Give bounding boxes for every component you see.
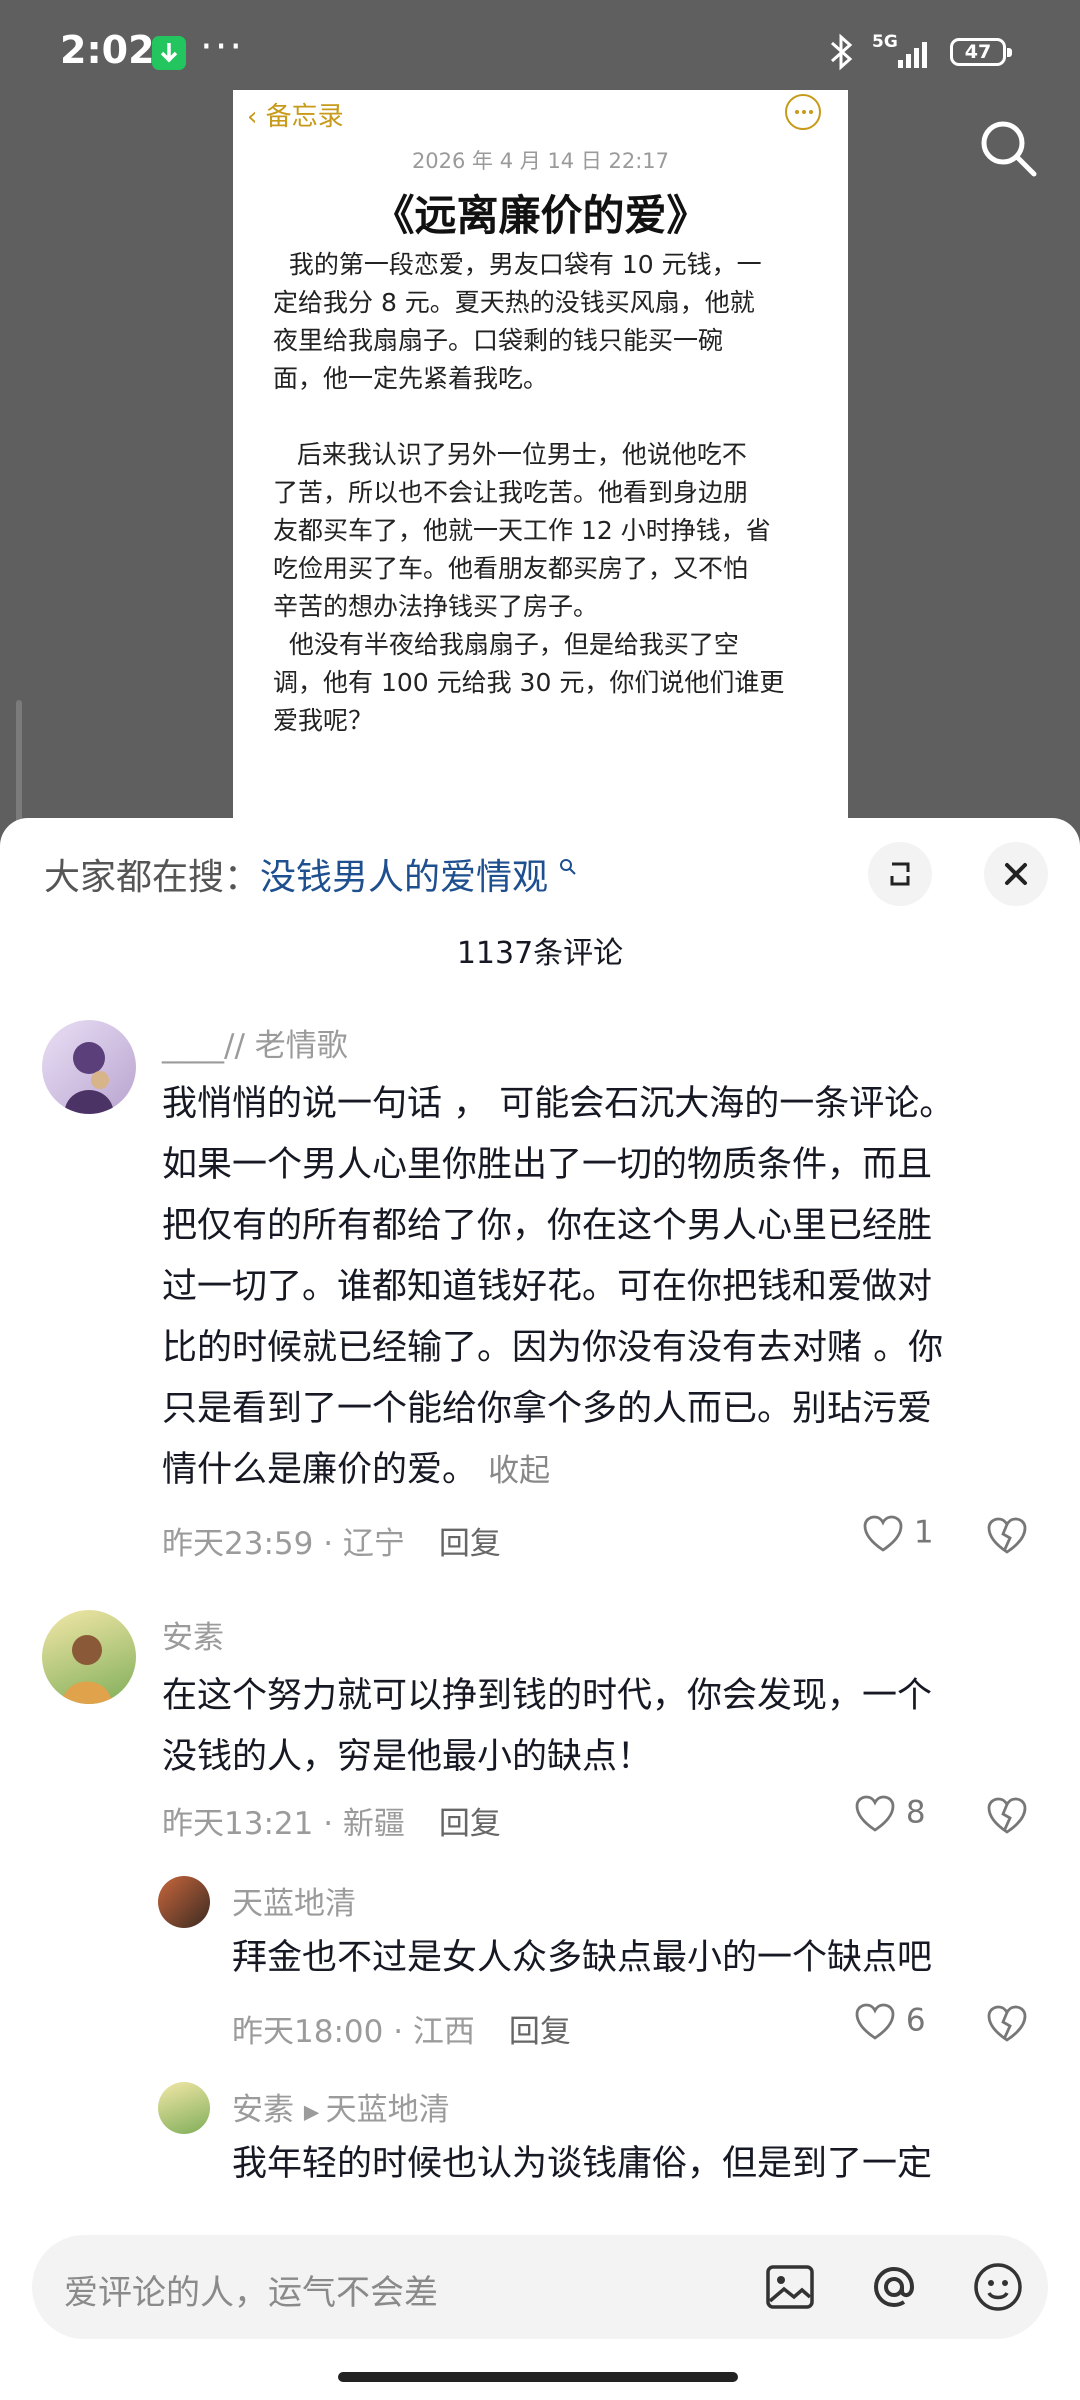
reply-author: 安素 ▶ 天蓝地清 — [232, 2084, 450, 2129]
dislike-icon[interactable] — [986, 2004, 1028, 2048]
comment-line: 在这个努力就可以挣到钱的时代，你会发现，一个 — [162, 1676, 933, 1716]
like-button[interactable]: 1 — [862, 1514, 934, 1554]
memo-more-icon — [785, 94, 821, 130]
comment-line: 如果一个男人心里你胜出了一切的物质条件，而且 — [162, 1145, 933, 1185]
dislike-icon[interactable] — [986, 1796, 1028, 1840]
comment-line: 只是看到了一个能给你拿个多的人而已。别玷污爱 — [162, 1389, 933, 1429]
comment-line: 我悄悄的说一句话 ， 可能会石沉大海的一条评论。 — [162, 1084, 955, 1124]
heart-icon — [855, 2003, 895, 2040]
comment-meta: 昨天13:21 · 新疆 回复 — [162, 1798, 501, 1843]
avatar[interactable] — [42, 1020, 136, 1114]
avatar[interactable] — [158, 2082, 210, 2134]
comment-input-placeholder: 爱评论的人，运气不会差 — [64, 2273, 438, 2313]
comment-meta: 昨天23:59 · 辽宁 回复 — [162, 1518, 501, 1563]
memo-image[interactable]: ‹ 备忘录 2026 年 4 月 14 日 22:17 《远离廉价的爱》 我的第… — [233, 90, 848, 830]
collapse-link[interactable]: 收起 — [488, 1453, 550, 1489]
hot-search-query[interactable]: 没钱男人的爱情观 — [260, 857, 548, 898]
reply-author[interactable]: 天蓝地清 — [232, 1878, 356, 1923]
reply-time-location: 昨天18:00 · 江西 — [232, 2014, 475, 2050]
reply-text: 我年轻的时候也认为谈钱庸俗，但是到了一定 — [232, 2144, 933, 2184]
heart-icon — [855, 1795, 895, 1832]
reply-button[interactable]: 回复 — [439, 1526, 501, 1562]
close-button[interactable] — [984, 842, 1048, 906]
comment-line: 过一切了。谁都知道钱好花。可在你把钱和爱做对 — [162, 1267, 933, 1307]
memo-back: ‹ 备忘录 — [247, 96, 344, 133]
comment-line: 比的时候就已经输了。因为你没有没有去对赌 。你 — [162, 1328, 944, 1368]
reply-meta: 昨天18:00 · 江西 回复 — [232, 2006, 571, 2051]
expand-button[interactable] — [868, 842, 932, 906]
memo-line: 了苦，所以也不会让我吃苦。他看到身边朋 — [273, 478, 749, 507]
status-time: 2:02 — [60, 28, 155, 72]
comment-line: 没钱的人，穷是他最小的缺点！ — [162, 1737, 653, 1777]
search-small-icon — [560, 859, 577, 875]
hot-search[interactable]: 大家都在搜：没钱男人的爱情观 — [44, 848, 577, 900]
avatar[interactable] — [158, 1876, 210, 1928]
memo-line: 后来我认识了另外一位男士，他说他吃不 — [273, 440, 747, 469]
like-button[interactable]: 8 — [854, 1794, 926, 1834]
memo-line: 定给我分 8 元。夏天热的没钱买风扇，他就 — [273, 288, 755, 317]
reply-button[interactable]: 回复 — [509, 2014, 571, 2050]
comment-author[interactable]: ____// 老情歌 — [162, 1020, 348, 1065]
comment-time-location: 昨天13:21 · 新疆 — [162, 1806, 405, 1842]
memo-line: 辛苦的想办法挣钱买了房子。 — [273, 592, 599, 621]
comment-text: 在这个努力就可以挣到钱的时代，你会发现，一个 没钱的人，穷是他最小的缺点！ — [162, 1666, 1042, 1788]
comment-count: 1137条评论 — [456, 936, 624, 971]
reply-to-name[interactable]: 天蓝地清 — [326, 2092, 450, 2128]
memo-line: 面，他一定先紧着我吃。 — [273, 364, 549, 393]
comment-input[interactable]: 爱评论的人，运气不会差 — [32, 2235, 1048, 2339]
memo-line: 爱我呢？ — [273, 706, 374, 735]
comment-line: 把仅有的所有都给了你，你在这个男人心里已经胜 — [162, 1206, 933, 1246]
memo-line: 友都买车了，他就一天工作 12 小时挣钱，省 — [273, 516, 771, 545]
like-count: 6 — [905, 2002, 926, 2039]
reply-button[interactable]: 回复 — [439, 1806, 501, 1842]
at-icon[interactable] — [866, 2259, 922, 2315]
reply-arrow-icon: ▶ — [303, 2099, 326, 2124]
reply-text: 拜金也不过是女人众多缺点最小的一个缺点吧 — [232, 1938, 933, 1978]
download-icon — [152, 36, 186, 70]
memo-line: 调，他有 100 元给我 30 元，你们说他们谁更 — [273, 668, 785, 697]
search-icon[interactable] — [976, 116, 1040, 180]
memo-line: 我的第一段恋爱，男友口袋有 10 元钱，一 — [273, 250, 762, 279]
network-label: 5G — [872, 32, 898, 52]
emoji-icon[interactable] — [970, 2259, 1026, 2315]
chevron-left-icon: ‹ — [247, 102, 266, 132]
comment-sheet: 大家都在搜：没钱男人的爱情观 1137条评论 ____// 老情歌 我悄悄的说一… — [0, 818, 1080, 2400]
memo-body: 我的第一段恋爱，男友口袋有 10 元钱，一 定给我分 8 元。夏天热的没钱买风扇… — [273, 246, 848, 740]
close-icon — [1005, 863, 1027, 885]
memo-line: 夜里给我扇扇子。口袋剩的钱只能买一碗 — [273, 326, 724, 355]
signal-icon: 5G — [872, 30, 942, 74]
expand-icon — [890, 862, 910, 886]
like-count: 1 — [913, 1514, 934, 1551]
like-button[interactable]: 6 — [854, 2002, 926, 2042]
more-dots-icon: ··· — [200, 24, 245, 70]
memo-line: 吃俭用买了车。他看朋友都买房了，又不怕 — [273, 554, 749, 583]
image-icon[interactable] — [762, 2259, 818, 2315]
comment-line: 情什么是廉价的爱。 — [162, 1450, 478, 1490]
comment-time-location: 昨天23:59 · 辽宁 — [162, 1526, 405, 1562]
dislike-icon[interactable] — [986, 1516, 1028, 1560]
bluetooth-icon — [824, 32, 860, 72]
heart-icon — [863, 1515, 903, 1552]
memo-date: 2026 年 4 月 14 日 22:17 — [411, 149, 670, 173]
home-indicator[interactable] — [338, 2372, 738, 2382]
hot-search-label: 大家都在搜： — [44, 857, 261, 898]
comment-author[interactable]: 安素 — [162, 1612, 224, 1657]
battery-icon: 47 — [950, 38, 1012, 66]
memo-title: 《远离廉价的爱》 — [372, 191, 709, 240]
memo-line: 他没有半夜给我扇扇子，但是给我买了空 — [273, 630, 739, 659]
reply-author-name[interactable]: 安素 — [232, 2092, 294, 2128]
like-count: 8 — [905, 1794, 926, 1831]
comment-text: 我悄悄的说一句话 ， 可能会石沉大海的一条评论。 如果一个男人心里你胜出了一切的… — [162, 1074, 1042, 1502]
memo-back-label: 备忘录 — [265, 102, 344, 132]
avatar[interactable] — [42, 1610, 136, 1704]
